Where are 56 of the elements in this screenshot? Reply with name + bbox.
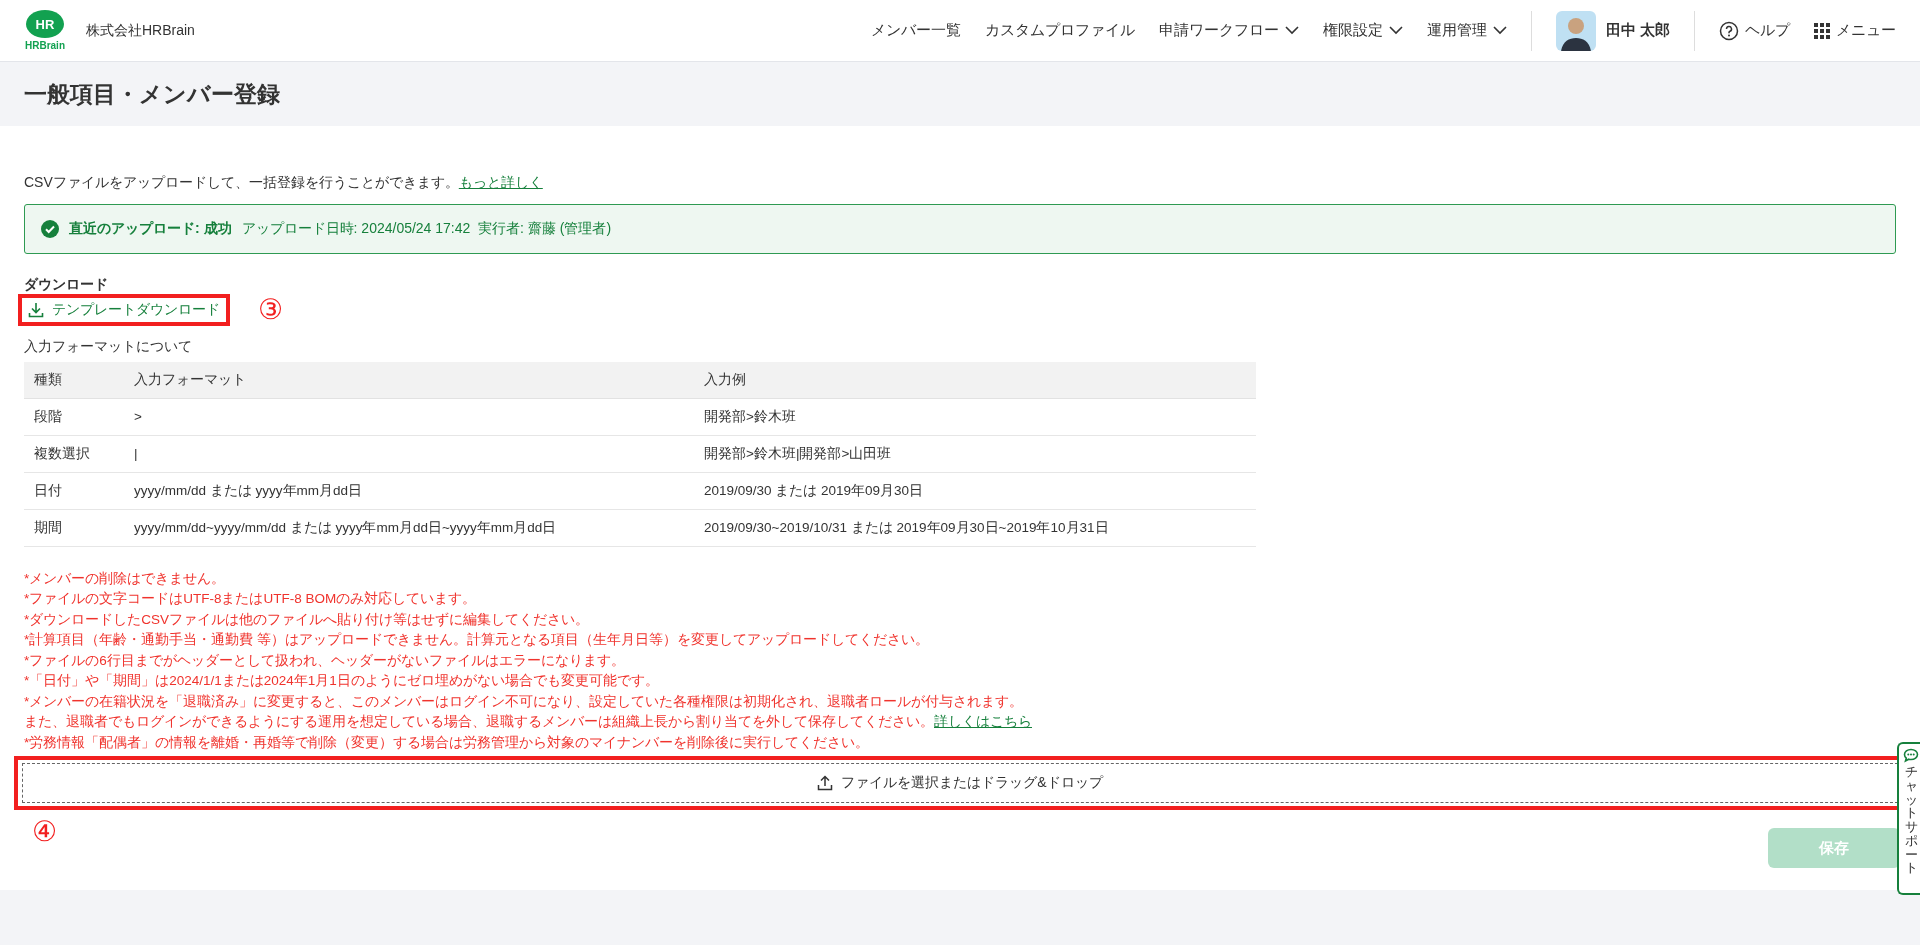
table-cell: yyyy/mm/dd または yyyy年mm月dd日: [124, 472, 694, 509]
page-title: 一般項目・メンバー登録: [24, 79, 280, 109]
chat-support-tab[interactable]: チャットサポート: [1897, 742, 1920, 895]
note-text: *ダウンロードしたCSVファイルは他のファイルへ貼り付け等はせずに編集してください。: [24, 610, 590, 629]
chevron-down-icon: [1388, 26, 1403, 35]
nav-link[interactable]: メンバー一覧: [870, 21, 961, 40]
note-text: また、退職者でもログインができるようにする運用を想定している場合、退職するメンバーは組織上長から割り当てを外して保存してください。詳しくはこちら: [24, 713, 1033, 731]
menu-button[interactable]: メニュー: [1814, 21, 1896, 40]
table-cell: 2019/09/30 または 2019年09月30日: [694, 472, 1256, 509]
note-text: *ファイルの6行目までがヘッダーとして扱われ、ヘッダーがないファイルはエラーになります。: [24, 651, 626, 670]
chevron-down-icon: [1284, 26, 1299, 35]
table-cell: 日付: [24, 472, 124, 509]
column-header: 入力例: [694, 362, 1256, 398]
help-link[interactable]: ヘルプ: [1719, 20, 1790, 41]
chat-icon: [1903, 748, 1919, 763]
nav-menu[interactable]: 申請ワークフロー: [1158, 21, 1299, 40]
table-cell: 開発部>鈴木班: [694, 398, 1256, 435]
nav-menu[interactable]: 運用管理: [1426, 21, 1507, 40]
note-text: *ファイルの文字コードはUTF-8またはUTF-8 BOMのみ対応しています。: [24, 590, 478, 608]
intro-text: CSVファイルをアップロードして、一括登録を行うことができます。もっと詳しく: [24, 174, 544, 192]
download-icon: [28, 302, 44, 318]
annotation-number: ③: [258, 296, 284, 324]
avatar[interactable]: [1555, 10, 1596, 51]
note-text: *「日付」や「期間」は2024/1/1または2024年1月1日のようにゼロ埋めがない場合でも変更可能です。: [24, 672, 660, 690]
check-circle-icon: [41, 220, 59, 238]
upload-icon: [817, 775, 834, 791]
company-name: 株式会社HRBrain: [86, 21, 195, 40]
note-text: *労務情報「配偶者」の情報を離婚・再婚等で削除（変更）する場合は労務管理から対象のマイナンバーを削除後に実行してください。: [24, 733, 871, 752]
details-link[interactable]: 詳しくはこちら: [934, 714, 1032, 729]
note-text: *計算項目（年齢・通勤手当・通勤費 等）はアップロードできません。計算元となる項目（生年月日等）を変更してアップロードしてください。: [24, 631, 930, 649]
nav-menu[interactable]: 権限設定: [1322, 21, 1403, 40]
note-text: *メンバーの削除はできません。: [24, 569, 227, 588]
table-cell: 期間: [24, 509, 124, 546]
annotation-number: ④: [32, 818, 58, 846]
alert-detail: アップロード日時: 2024/05/24 17:42 実行者: 齋藤 (管理者): [241, 220, 612, 238]
table-cell: |: [124, 435, 694, 472]
nav-link[interactable]: カスタムプロファイル: [984, 21, 1135, 40]
column-header: 入力フォーマット: [124, 362, 694, 398]
grid-icon: [1814, 22, 1830, 39]
table-cell: >: [124, 398, 694, 435]
chevron-down-icon: [1492, 26, 1507, 35]
section-heading: 入力フォーマットについて: [24, 338, 193, 356]
column-header: 種類: [24, 362, 124, 398]
section-heading: ダウンロード: [24, 276, 109, 294]
template-download-button[interactable]: テンプレートダウンロード: [28, 301, 220, 319]
table-cell: 開発部>鈴木班|開発部>山田班: [694, 435, 1256, 472]
help-icon: [1719, 20, 1739, 41]
table-cell: 2019/09/30~2019/10/31 または 2019年09月30日~2019年10月31日: [694, 509, 1256, 546]
more-link[interactable]: もっと詳しく: [458, 174, 543, 190]
note-text: *メンバーの在籍状況を「退職済み」に変更すると、このメンバーはログイン不可になり、設定していた各種権限は初期化され、退職者ロールが付与されます。: [24, 692, 1025, 711]
table-cell: 段階: [24, 398, 124, 435]
table-cell: yyyy/mm/dd~yyyy/mm/dd または yyyy年mm月dd日~yyyy年mm月dd日: [124, 509, 694, 546]
user-name[interactable]: 田中 太郎: [1605, 21, 1670, 40]
table-cell: 複数選択: [24, 435, 124, 472]
file-drop-zone[interactable]: ファイルを選択またはドラッグ&ドロップ: [22, 763, 1898, 803]
alert-title: 直近のアップロード: 成功: [69, 220, 232, 238]
